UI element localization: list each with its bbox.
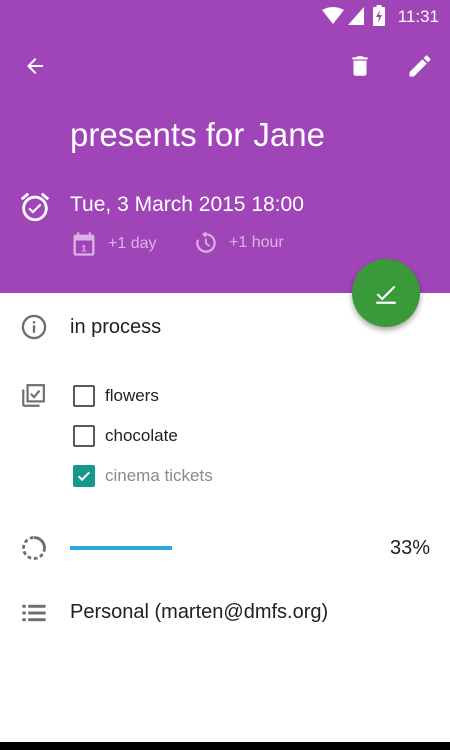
task-list-name[interactable]: Personal (marten@dmfs.org) <box>70 601 328 624</box>
task-title[interactable]: presents for Jane <box>70 116 325 154</box>
checklist-item-label: chocolate <box>105 426 178 445</box>
status-time: 11:31 <box>397 7 439 26</box>
progress-icon <box>22 536 46 560</box>
progress-percent: 33% <box>389 537 430 559</box>
checklist-item-label: cinema tickets <box>105 466 213 485</box>
due-date[interactable]: Tue, 3 March 2015 18:00 <box>70 193 304 217</box>
delete-button[interactable] <box>336 42 384 90</box>
signal-icon <box>348 7 364 25</box>
postpone-day-label: +1 day <box>108 235 157 252</box>
calendar-icon: 1 <box>73 232 95 256</box>
pencil-icon <box>409 55 431 77</box>
checkbox-cinema-tickets[interactable] <box>73 465 95 487</box>
postpone-day-button[interactable]: 1 +1 day <box>70 230 156 258</box>
checklist-item-chocolate[interactable]: chocolate <box>73 425 178 447</box>
alarm-icon <box>20 192 50 222</box>
postpone-hour-label: +1 hour <box>229 234 284 251</box>
complete-task-button[interactable] <box>352 259 420 327</box>
clock-icon <box>196 231 216 253</box>
check-icon <box>376 285 396 304</box>
task-status[interactable]: in process <box>70 316 161 339</box>
navigation-bar <box>0 742 450 750</box>
edit-button[interactable] <box>396 42 444 90</box>
list-icon <box>22 604 46 622</box>
info-icon <box>21 314 47 340</box>
arrow-left-icon <box>27 58 43 74</box>
checkbox-flowers[interactable] <box>73 385 95 407</box>
battery-charging-icon <box>373 5 385 26</box>
checklist-icon <box>22 384 45 407</box>
checklist-item-cinema-tickets[interactable]: cinema tickets <box>73 465 213 487</box>
task-header: 11:31 presents for Jane Tue, 3 March 201… <box>0 0 450 293</box>
trash-icon <box>352 56 368 76</box>
checklist-item-flowers[interactable]: flowers <box>73 385 159 407</box>
checkbox-chocolate[interactable] <box>73 425 95 447</box>
progress-bar[interactable] <box>70 546 380 550</box>
wifi-icon <box>322 7 344 24</box>
progress-fill <box>70 546 172 550</box>
svg-text:1: 1 <box>81 244 86 254</box>
checklist-item-label: flowers <box>105 386 159 405</box>
checkmark-icon <box>77 471 91 482</box>
postpone-hour-button[interactable]: +1 hour <box>193 230 284 256</box>
status-bar: 11:31 <box>0 0 450 32</box>
back-button[interactable] <box>11 42 59 90</box>
